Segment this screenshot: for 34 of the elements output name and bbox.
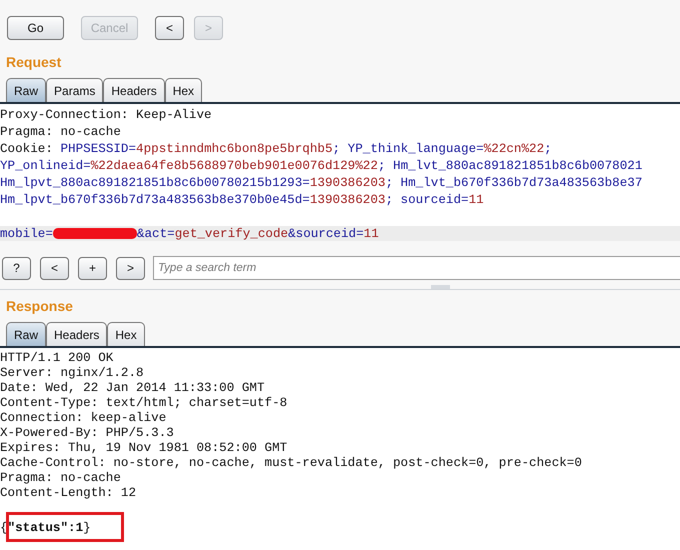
code-line: Cache-Control: no-store, no-cache, must-revalidate, post-check=0, pre-check=0 <box>0 456 582 470</box>
code-line: Content-Length: 12 <box>0 486 136 500</box>
code-line: Content-Type: text/html; charset=utf-8 <box>0 396 288 410</box>
search-nav-button[interactable]: + <box>78 256 107 280</box>
tab[interactable]: Params <box>46 78 104 102</box>
code-line: Proxy-Connection: Keep-Alive <box>0 108 212 122</box>
tab[interactable]: Raw <box>6 322 46 346</box>
code-line: Pragma: no-cache <box>0 471 121 485</box>
tab[interactable]: Hex <box>107 322 145 346</box>
tab[interactable]: Headers <box>103 78 165 102</box>
code-line: Pragma: no-cache <box>0 125 121 139</box>
code-line: Hm_lpvt_b670f336b7d73a483563b8e370b0e45d=1390386203; sourceid=11 <box>0 193 484 207</box>
tab[interactable]: Headers <box>46 322 108 346</box>
tab[interactable]: Hex <box>164 78 202 102</box>
toolbar-button[interactable]: Go <box>7 16 64 40</box>
code-line: mobile= &act=get_verify_code&sourceid=11 <box>0 227 379 241</box>
code-line: X-Powered-By: PHP/5.3.3 <box>0 426 174 440</box>
code-line: Server: nginx/1.2.8 <box>0 366 144 380</box>
search-nav-button[interactable]: ? <box>2 256 31 280</box>
code-line: Expires: Thu, 19 Nov 1981 08:52:00 GMT <box>0 441 288 455</box>
tab[interactable]: Raw <box>6 78 46 102</box>
code-line: Date: Wed, 22 Jan 2014 11:33:00 GMT <box>0 381 265 395</box>
section-title: Response <box>6 298 74 316</box>
code-line: Cookie: PHPSESSID=4ppstinndmhc6bon8pe5brqhb5; YP_think_language=%22cn%22; <box>0 142 552 156</box>
search-nav-button[interactable]: > <box>116 256 145 280</box>
search-field[interactable]: Type a search term <box>153 256 680 280</box>
code-line: YP_onlineid=%22daea64fe8b5688970beb901e0076d129%22; Hm_lvt_880ac891821851b8c6b0078021 <box>0 159 642 173</box>
code-line: HTTP/1.1 200 OK <box>0 351 114 365</box>
code-line: Connection: keep-alive <box>0 411 166 425</box>
code-line: {"status":1} <box>0 521 91 535</box>
search-nav-button[interactable]: < <box>40 256 69 280</box>
toolbar-button[interactable]: < <box>155 16 184 40</box>
section-title: Request <box>6 54 62 72</box>
code-line: Hm_lpvt_880ac891821851b8c6b00780215b1293=1390386203; Hm_lvt_b670f336b7d73a483563b8e37 <box>0 176 642 190</box>
